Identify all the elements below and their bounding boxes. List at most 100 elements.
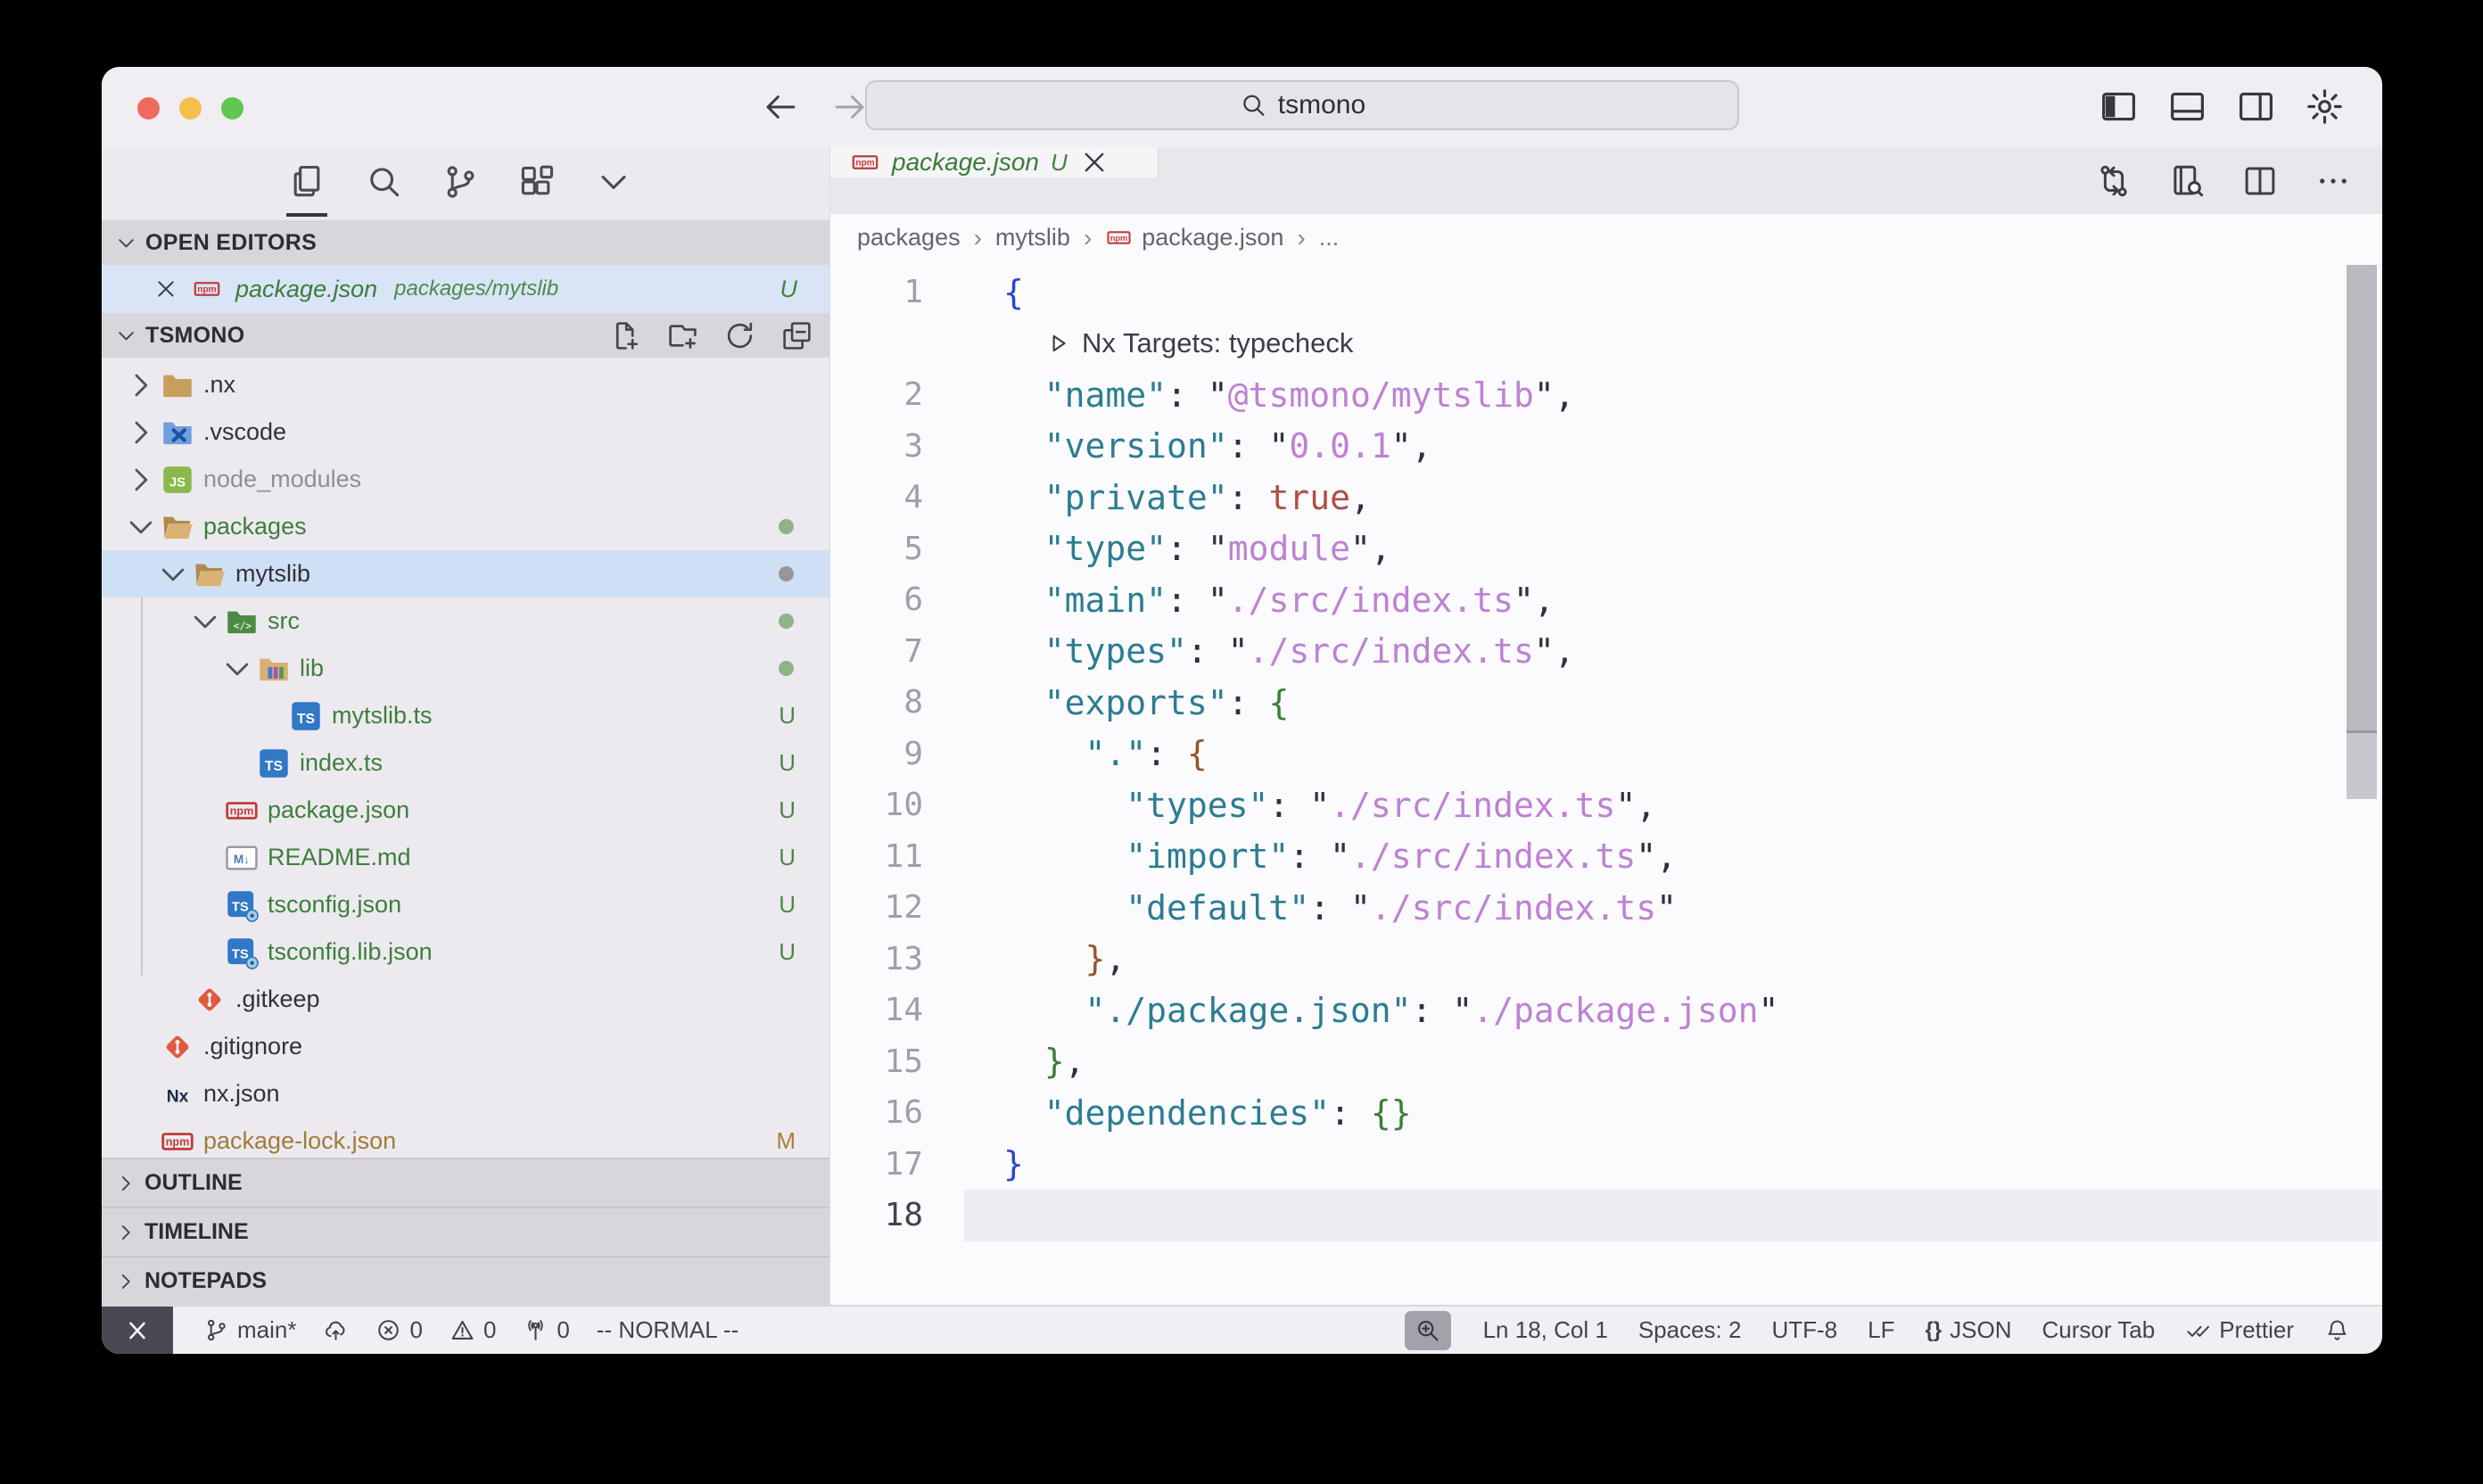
activity-chevron-down[interactable] (591, 147, 636, 217)
activity-source-control[interactable] (438, 147, 483, 217)
tree-item-lib[interactable]: lib (102, 645, 829, 692)
chevron-down-icon[interactable] (155, 556, 191, 592)
editor-scrollbar[interactable] (2347, 261, 2377, 799)
statusbar-eol[interactable]: LF (1868, 1316, 1894, 1344)
code-line-14[interactable]: 14 "./package.json": "./package.json" (830, 985, 2382, 1036)
chevron-right-icon[interactable] (123, 415, 159, 450)
close-icon[interactable] (1079, 147, 1110, 177)
open-editors-header[interactable]: OPEN EDITORS (102, 220, 829, 265)
layout-sidebar-left-icon[interactable] (2099, 87, 2139, 127)
statusbar-vim-mode[interactable]: -- NORMAL -- (597, 1316, 738, 1344)
tree-item-node_modules[interactable]: JSnode_modules (102, 456, 829, 503)
statusbar-indentation[interactable]: Spaces: 2 (1638, 1316, 1742, 1344)
command-center-search[interactable]: tsmono (865, 80, 1739, 130)
code-line-2[interactable]: 2 "name": "@tsmono/mytslib", (830, 369, 2382, 421)
code-line-12[interactable]: 12 "default": "./src/index.ts" (830, 882, 2382, 934)
code-line-15[interactable]: 15 }, (830, 1036, 2382, 1088)
statusbar-language-mode[interactable]: {}JSON (1925, 1316, 2011, 1344)
code-line-1[interactable]: 1{ (830, 267, 2382, 318)
statusbar-git-branch[interactable]: main* (203, 1316, 296, 1344)
tree-item-src[interactable]: </>src (102, 598, 829, 645)
compare-changes-icon[interactable] (2095, 162, 2132, 200)
statusbar-zoom-indicator[interactable] (1405, 1311, 1451, 1350)
code-line-16[interactable]: 16 "dependencies": {} (830, 1087, 2382, 1139)
back-arrow-icon[interactable] (762, 88, 799, 126)
breadcrumb-item[interactable]: ... (1319, 224, 1340, 251)
tree-item-.nx[interactable]: .nx (102, 361, 829, 408)
statusbar-errors[interactable]: 0 (375, 1316, 422, 1344)
code-line-17[interactable]: 17} (830, 1139, 2382, 1191)
more-actions-icon[interactable] (2314, 162, 2352, 200)
open-editor-item[interactable]: npmpackage.jsonpackages/mytslibU (102, 265, 829, 313)
new-folder-icon[interactable] (666, 319, 699, 352)
split-editor-icon[interactable] (2241, 162, 2279, 200)
codelens-run-target[interactable]: Nx Targets: typecheck (1044, 327, 1353, 359)
statusbar-cursor-tab[interactable]: Cursor Tab (2042, 1316, 2156, 1344)
code-line-11[interactable]: 11 "import": "./src/index.ts", (830, 831, 2382, 883)
code-line-18[interactable]: 18 (830, 1190, 2382, 1241)
statusbar-ports[interactable]: 0 (523, 1316, 569, 1344)
open-preview-icon[interactable] (2168, 162, 2206, 200)
breadcrumb-item[interactable]: npmpackage.json (1105, 224, 1283, 251)
chevron-right-icon[interactable] (123, 462, 159, 498)
breadcrumb-item[interactable]: mytslib (995, 224, 1070, 251)
tree-item-mytslib.ts[interactable]: TSmytslib.tsU (102, 692, 829, 739)
code-line-13[interactable]: 13 }, (830, 934, 2382, 985)
section-notepads[interactable]: NOTEPADS (102, 1256, 829, 1305)
layout-panel-bottom-icon[interactable] (2167, 87, 2207, 127)
chevron-down-icon[interactable] (123, 509, 159, 545)
chevron-down-icon[interactable] (219, 651, 255, 687)
statusbar-formatter[interactable]: Prettier (2185, 1316, 2294, 1344)
new-file-icon[interactable] (609, 319, 642, 352)
tree-item-tsconfig.json[interactable]: TStsconfig.jsonU (102, 881, 829, 928)
activity-search[interactable] (361, 147, 406, 217)
layout-sidebar-right-icon[interactable] (2236, 87, 2276, 127)
chevron-down-icon[interactable] (187, 604, 223, 639)
breadcrumb-item[interactable]: packages (857, 224, 961, 251)
activity-extensions[interactable] (515, 147, 559, 217)
tree-item-.gitkeep[interactable]: .gitkeep (102, 976, 829, 1023)
code-editor[interactable]: 1{ Nx Targets: typecheck 2 "name": "@tsmon… (830, 261, 2382, 1305)
code-line-5[interactable]: 5 "type": "module", (830, 524, 2382, 575)
minimize-window-button[interactable] (179, 97, 202, 120)
tree-item-packages[interactable]: packages (102, 503, 829, 550)
code-line-6[interactable]: 6 "main": "./src/index.ts", (830, 574, 2382, 626)
tree-item-package-lock.json[interactable]: npmpackage-lock.jsonM (102, 1117, 829, 1158)
statusbar-encoding[interactable]: UTF-8 (1771, 1316, 1837, 1344)
code-line-8[interactable]: 8 "exports": { (830, 677, 2382, 729)
close-icon[interactable] (153, 276, 178, 301)
code-line-4[interactable]: 4 "private": true, (830, 472, 2382, 524)
statusbar-label: 0 (557, 1316, 569, 1344)
statusbar-publish[interactable] (323, 1317, 349, 1343)
explorer-section-header[interactable]: TSMONO (102, 313, 829, 358)
tree-item-.gitignore[interactable]: .gitignore (102, 1023, 829, 1070)
tree-item-nx.json[interactable]: Nxnx.json (102, 1070, 829, 1117)
statusbar-warnings[interactable]: 0 (450, 1316, 496, 1344)
chevron-right-icon[interactable] (123, 367, 159, 403)
line-number: 7 (830, 626, 964, 678)
tab-package.json[interactable]: npmpackage.jsonU (830, 147, 1159, 177)
zoom-window-button[interactable] (221, 97, 243, 120)
scrollbar-slider[interactable] (2347, 265, 2377, 730)
tree-item-.vscode[interactable]: .vscode (102, 408, 829, 456)
activity-files[interactable] (285, 147, 329, 217)
code-line-3[interactable]: 3 "version": "0.0.1", (830, 421, 2382, 473)
tree-item-package.json[interactable]: npmpackage.jsonU (102, 787, 829, 834)
close-window-button[interactable] (137, 97, 160, 120)
section-outline[interactable]: OUTLINE (102, 1158, 829, 1207)
tree-item-mytslib[interactable]: mytslib (102, 550, 829, 598)
refresh-icon[interactable] (723, 319, 756, 352)
gear-icon[interactable] (2305, 87, 2345, 127)
code-line-10[interactable]: 10 "types": "./src/index.ts", (830, 779, 2382, 831)
collapse-all-icon[interactable] (780, 319, 813, 352)
section-timeline[interactable]: TIMELINE (102, 1207, 829, 1256)
tree-item-tsconfig.lib.json[interactable]: TStsconfig.lib.jsonU (102, 928, 829, 976)
tree-item-README.md[interactable]: M↓README.mdU (102, 834, 829, 881)
code-line-7[interactable]: 7 "types": "./src/index.ts", (830, 626, 2382, 678)
forward-arrow-icon[interactable] (831, 88, 869, 126)
code-line-9[interactable]: 9 ".": { (830, 729, 2382, 780)
tree-item-index.ts[interactable]: TSindex.tsU (102, 739, 829, 787)
statusbar-notifications[interactable] (2324, 1317, 2350, 1343)
statusbar-remote-indicator[interactable] (102, 1307, 173, 1354)
statusbar-cursor-position[interactable]: Ln 18, Col 1 (1483, 1316, 1608, 1344)
